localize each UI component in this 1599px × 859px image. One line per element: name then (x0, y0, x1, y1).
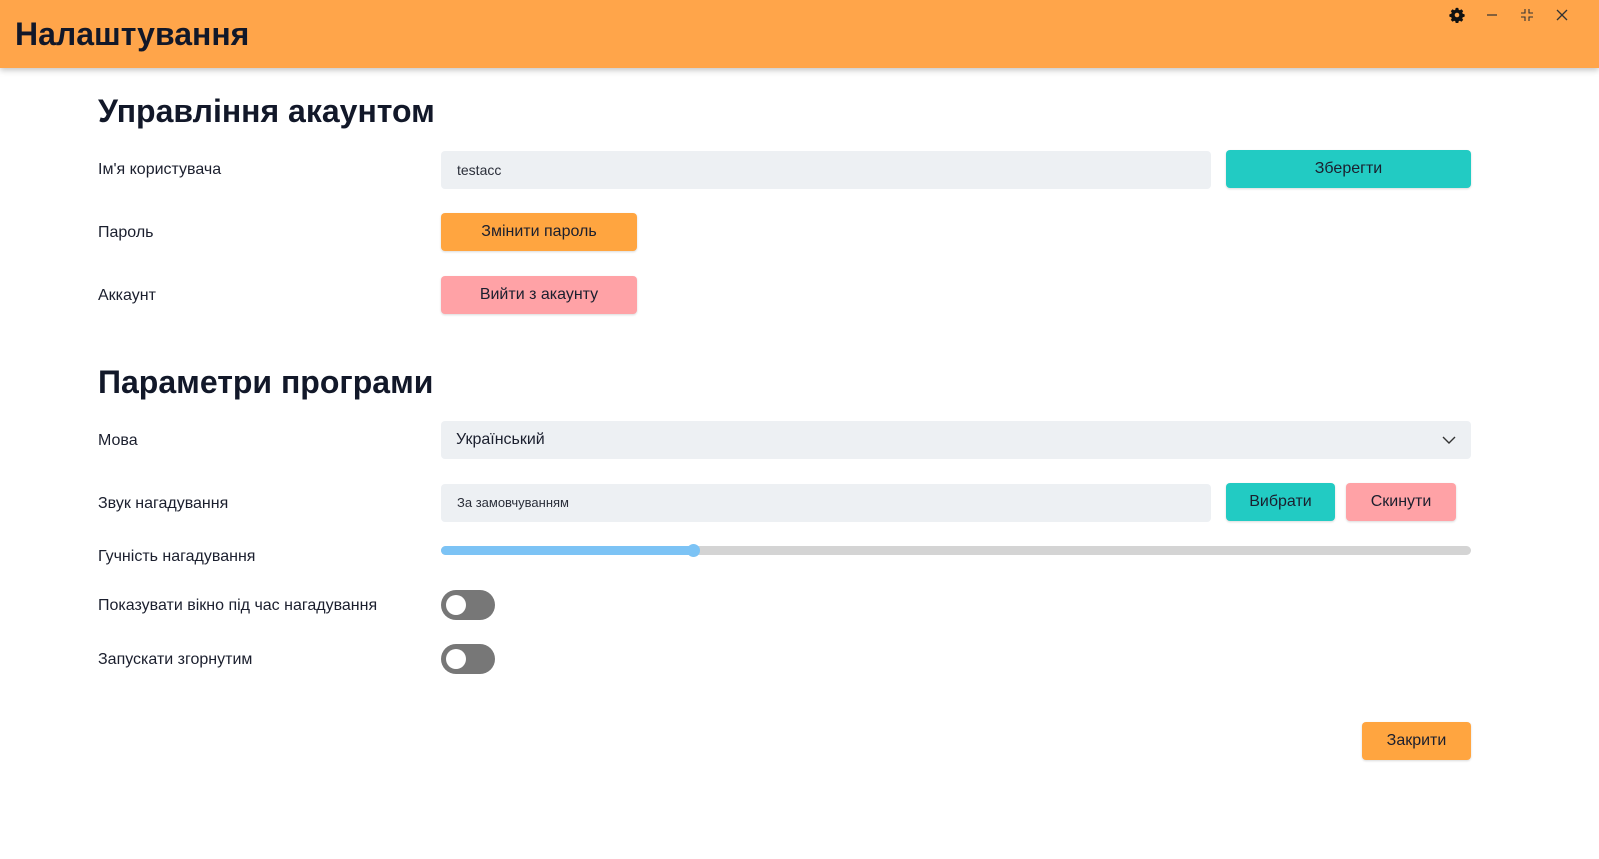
choose-sound-button[interactable]: Вибрати (1226, 483, 1335, 521)
show-window-toggle[interactable] (441, 590, 495, 620)
account-label: Аккаунт (98, 287, 156, 304)
gear-icon (1448, 7, 1465, 23)
toggle-knob (446, 595, 466, 615)
start-minimized-toggle[interactable] (441, 644, 495, 674)
chevron-down-icon (1442, 436, 1456, 444)
save-button[interactable]: Зберегти (1226, 150, 1471, 188)
show-window-label: Показувати вікно під час нагадування (98, 597, 378, 614)
sound-label: Звук нагадування (98, 495, 229, 512)
minimize-button[interactable] (1474, 4, 1509, 26)
window-title: Налаштування (15, 16, 250, 52)
sound-input[interactable] (441, 484, 1211, 522)
username-input[interactable] (441, 151, 1211, 189)
reset-sound-button[interactable]: Скинути (1346, 483, 1456, 521)
app-section-heading: Параметри програми (98, 364, 434, 400)
close-icon (1556, 9, 1567, 21)
password-label: Пароль (98, 224, 154, 241)
window-controls (1439, 4, 1579, 26)
settings-button[interactable] (1439, 4, 1474, 26)
volume-label: Гучність нагадування (98, 548, 256, 565)
restore-icon (1520, 9, 1533, 21)
restore-button[interactable] (1509, 4, 1544, 26)
volume-slider-thumb[interactable] (687, 544, 701, 557)
logout-button[interactable]: Вийти з акаунту (441, 276, 637, 314)
close-button[interactable] (1544, 4, 1579, 26)
account-section-heading: Управління акаунтом (98, 93, 435, 129)
volume-slider-fill (441, 546, 695, 555)
minimize-icon (1486, 14, 1497, 16)
close-settings-button[interactable]: Закрити (1362, 722, 1471, 760)
username-label: Ім'я користувача (98, 161, 222, 178)
language-selected-value: Український (456, 431, 545, 448)
toggle-knob (446, 649, 466, 669)
change-password-button[interactable]: Змінити пароль (441, 213, 637, 251)
language-label: Мова (98, 432, 138, 449)
volume-slider[interactable] (441, 544, 1471, 557)
start-minimized-label: Запускати згорнутим (98, 651, 253, 668)
language-select[interactable]: Український (441, 421, 1471, 459)
title-bar: Налаштування (0, 0, 1599, 68)
